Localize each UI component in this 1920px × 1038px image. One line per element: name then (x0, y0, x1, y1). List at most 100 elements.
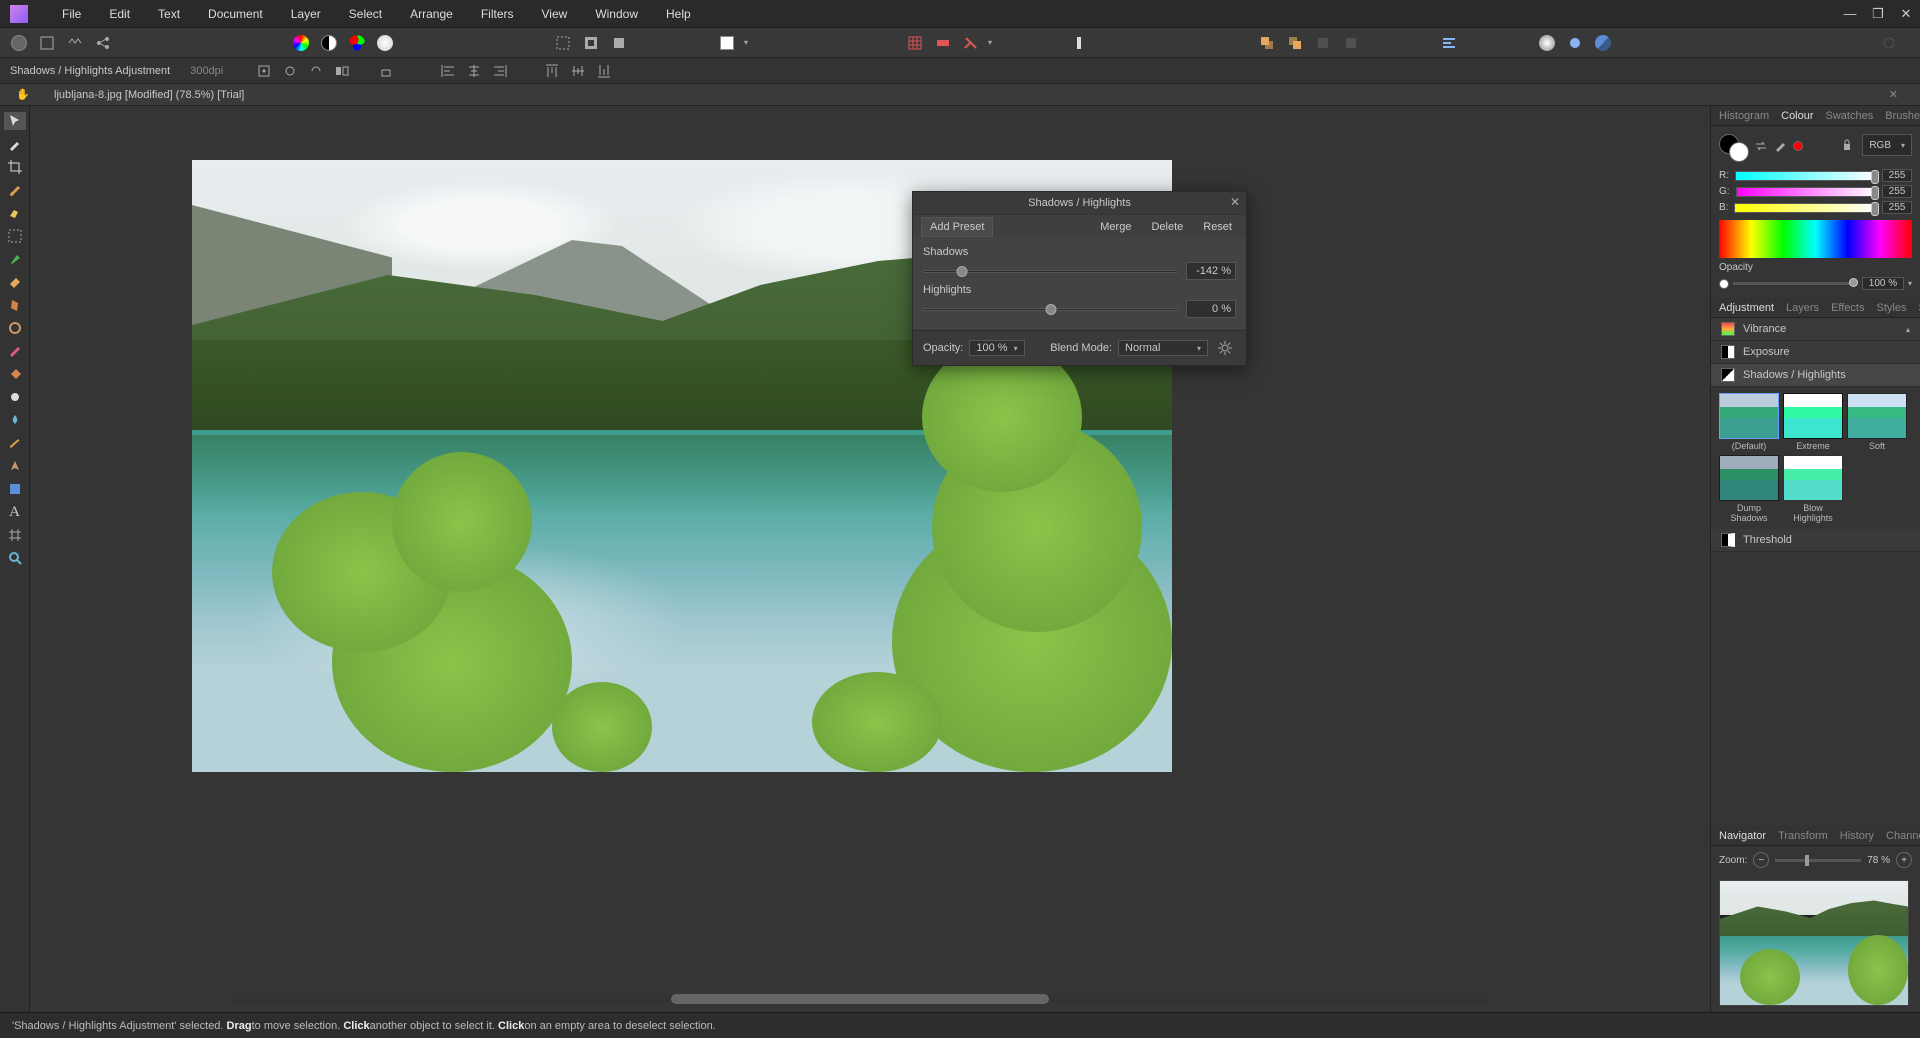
canvas-viewport[interactable]: Shadows / Highlights ✕ Add Preset Merge … (30, 106, 1710, 1012)
pen-tool[interactable] (4, 457, 26, 475)
menu-edit[interactable]: Edit (95, 0, 144, 28)
delete-button[interactable]: Delete (1145, 219, 1189, 235)
tab-swatches[interactable]: Swatches (1826, 110, 1874, 122)
close-window-button[interactable]: ✕ (1892, 4, 1920, 24)
add-adjustment-icon[interactable] (1592, 32, 1614, 54)
zoom-slider[interactable] (1775, 859, 1861, 862)
selection-brush-tool[interactable] (4, 204, 26, 222)
preset-dump-shadows[interactable]: Dump Shadows (1719, 455, 1779, 523)
align-top-icon[interactable] (541, 60, 563, 82)
merge-button[interactable]: Merge (1094, 219, 1137, 235)
add-layer-icon[interactable] (1536, 32, 1558, 54)
gear-icon[interactable] (1214, 337, 1236, 359)
secondary-colour-swatch[interactable] (1729, 142, 1749, 162)
eyedropper-icon[interactable] (1773, 137, 1789, 156)
menu-select[interactable]: Select (335, 0, 396, 28)
marquee-tool[interactable] (4, 227, 26, 245)
align-icon[interactable] (1438, 32, 1460, 54)
snapping-icon[interactable] (960, 32, 982, 54)
align-left-icon[interactable] (437, 60, 459, 82)
crop-toggle-icon[interactable] (608, 32, 630, 54)
menu-filters[interactable]: Filters (467, 0, 528, 28)
navigator-thumbnail[interactable] (1719, 880, 1909, 1006)
flip-icon[interactable] (331, 60, 353, 82)
add-mask-icon[interactable] (1564, 32, 1586, 54)
blur-tool[interactable] (4, 411, 26, 429)
erase-tool[interactable] (4, 273, 26, 291)
menu-help[interactable]: Help (652, 0, 705, 28)
tab-history[interactable]: History (1840, 830, 1874, 842)
transform-origin-icon[interactable] (253, 60, 275, 82)
hand-icon[interactable]: ✋ (12, 86, 34, 104)
rotate-left-icon[interactable] (279, 60, 301, 82)
tab-layers[interactable]: Layers (1786, 302, 1819, 314)
reset-button[interactable]: Reset (1197, 219, 1238, 235)
liquify-persona-icon[interactable] (36, 32, 58, 54)
horizontal-scrollbar[interactable] (230, 994, 1490, 1004)
b-value[interactable]: 255 (1882, 201, 1912, 214)
contrast-icon[interactable] (318, 32, 340, 54)
inpaint-tool[interactable] (4, 342, 26, 360)
color-wheel-icon[interactable] (290, 32, 312, 54)
paint-brush-tool[interactable] (4, 181, 26, 199)
highlights-slider[interactable] (923, 308, 1178, 311)
rgb-circles-icon[interactable] (346, 32, 368, 54)
opacity-slider[interactable] (1733, 282, 1858, 285)
dropdown-icon[interactable]: ▾ (988, 38, 992, 47)
rotate-right-icon[interactable] (305, 60, 327, 82)
dropdown-icon[interactable]: ▾ (1908, 279, 1912, 288)
add-preset-button[interactable]: Add Preset (921, 217, 993, 237)
g-slider[interactable] (1736, 187, 1876, 197)
adjustment-shadows-highlights[interactable]: Shadows / Highlights (1711, 364, 1920, 387)
smudge-tool[interactable] (4, 434, 26, 452)
document-tab-title[interactable]: ljubljana-8.jpg [Modified] (78.5%) [Tria… (54, 89, 244, 101)
opacity-dropdown[interactable]: 100 %▾ (969, 340, 1024, 356)
zoom-tool[interactable] (4, 549, 26, 567)
tab-styles[interactable]: Styles (1877, 302, 1907, 314)
color-picker-tool[interactable] (4, 135, 26, 153)
menu-layer[interactable]: Layer (277, 0, 335, 28)
tab-histogram[interactable]: Histogram (1719, 110, 1769, 122)
tab-effects[interactable]: Effects (1831, 302, 1864, 314)
menu-file[interactable]: File (48, 0, 95, 28)
assistant-icon[interactable] (1068, 32, 1090, 54)
mesh-tool[interactable] (4, 526, 26, 544)
tab-navigator[interactable]: Navigator (1719, 830, 1766, 842)
flood-select-tool[interactable] (4, 250, 26, 268)
highlights-value[interactable]: 0 % (1186, 300, 1236, 318)
tab-colour[interactable]: Colour (1781, 110, 1813, 122)
lock-icon[interactable] (1836, 134, 1858, 156)
colour-mode-dropdown[interactable]: RGB▾ (1862, 134, 1912, 156)
recent-colour-swatch[interactable] (1793, 141, 1803, 151)
preset-blow-highlights[interactable]: Blow Highlights (1783, 455, 1843, 523)
zoom-value[interactable]: 78 % (1867, 855, 1890, 866)
maximize-button[interactable]: ❐ (1864, 4, 1892, 24)
selection-rect-icon[interactable] (552, 32, 574, 54)
preset-soft[interactable]: Soft (1847, 393, 1907, 451)
preset-default[interactable]: (Default) (1719, 393, 1779, 451)
blend-mode-dropdown[interactable]: Normal▾ (1118, 340, 1208, 356)
adjustment-threshold[interactable]: Threshold (1711, 529, 1920, 552)
zoom-out-button[interactable]: − (1753, 852, 1769, 868)
adjustment-exposure[interactable]: Exposure (1711, 341, 1920, 364)
soft-proof-icon[interactable] (374, 32, 396, 54)
text-tool[interactable]: A (4, 503, 26, 521)
menu-text[interactable]: Text (144, 0, 194, 28)
opacity-value[interactable]: 100 % (1862, 277, 1904, 290)
dialog-title-bar[interactable]: Shadows / Highlights ✕ (913, 192, 1246, 214)
r-value[interactable]: 255 (1882, 169, 1912, 182)
arrange-back-icon[interactable] (1284, 32, 1306, 54)
align-bottom-icon[interactable] (593, 60, 615, 82)
colour-spectrum[interactable] (1719, 220, 1912, 258)
close-icon[interactable]: ✕ (1230, 195, 1240, 209)
preset-extreme[interactable]: Extreme (1783, 393, 1843, 451)
heal-tool[interactable] (4, 319, 26, 337)
adjustment-vibrance[interactable]: Vibrance▴ (1711, 318, 1920, 341)
selection-invert-icon[interactable] (580, 32, 602, 54)
swap-colours-icon[interactable] (1753, 138, 1769, 154)
menu-window[interactable]: Window (581, 0, 652, 28)
shadows-slider[interactable] (923, 270, 1178, 273)
minimize-button[interactable]: — (1836, 4, 1864, 24)
quick-mask-icon[interactable] (716, 32, 738, 54)
export-persona-icon[interactable] (92, 32, 114, 54)
